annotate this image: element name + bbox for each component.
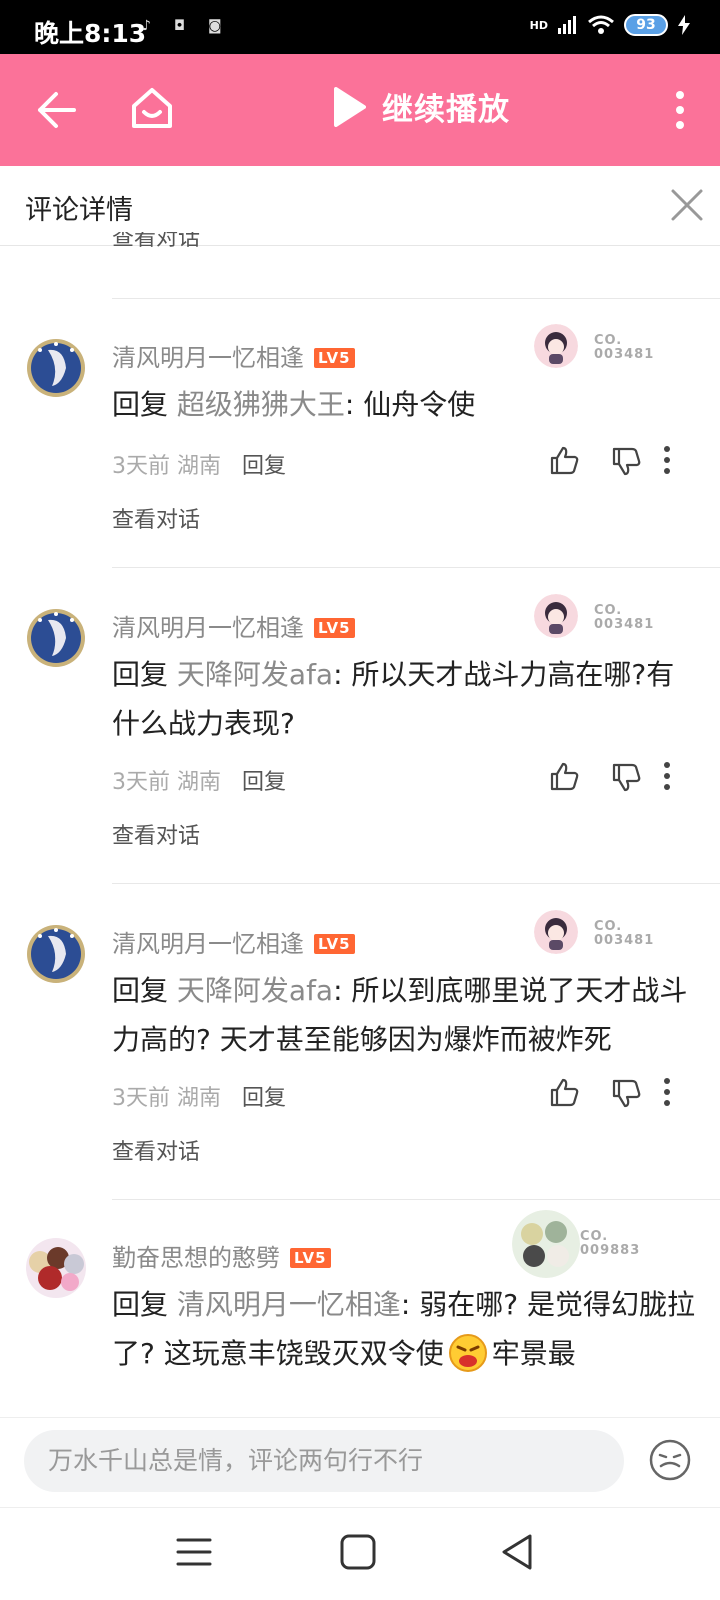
fan-badge-avatar [534, 594, 578, 638]
reply-to-user[interactable]: 天降阿发afa [177, 658, 333, 691]
reply-button[interactable]: 回复 [242, 1086, 286, 1111]
menu-icon[interactable] [174, 1532, 214, 1572]
wifi-icon [588, 15, 614, 34]
level-badge: LV5 [314, 348, 355, 368]
system-navigation-bar [0, 1507, 720, 1600]
divider [112, 567, 720, 568]
avatar[interactable] [26, 608, 86, 668]
network-label: HD [529, 18, 548, 32]
reply-button[interactable]: 回复 [242, 454, 286, 479]
angry-face-emoji-icon [448, 1334, 487, 1372]
more-options-icon[interactable] [662, 444, 672, 476]
fan-badge-number: CO. 003481 [594, 603, 655, 632]
dislike-icon[interactable] [610, 446, 642, 478]
comment-location: 湖南 [177, 770, 222, 795]
fan-badge-avatar [534, 324, 578, 368]
comment-text: 回复 天降阿发afa: 所以天才战斗力高在哪?有什么战力表现? [112, 658, 675, 740]
more-vertical-icon[interactable] [674, 90, 686, 130]
like-icon[interactable] [548, 444, 580, 476]
signal-icon [558, 16, 576, 34]
emoji-icon[interactable] [648, 1438, 692, 1482]
username[interactable]: 勤奋思想的憨劈 LV5 [112, 1238, 331, 1273]
more-options-icon[interactable] [662, 1076, 672, 1108]
like-icon[interactable] [548, 760, 580, 792]
fan-badge-number: CO. 009883 [580, 1229, 641, 1258]
comment-time: 3天前 [112, 1086, 170, 1111]
level-badge: LV5 [314, 618, 355, 638]
divider [112, 883, 720, 884]
play-icon [334, 86, 366, 127]
page-title: 评论详情 [25, 195, 133, 226]
username[interactable]: 清风明月一忆相逢 LV5 [112, 924, 355, 959]
notification-icon: ◙ [208, 18, 222, 34]
fan-badge-avatar [512, 1210, 580, 1278]
reply-to-user[interactable]: 清风明月一忆相逢 [177, 1288, 401, 1321]
reply-button[interactable]: 回复 [242, 770, 286, 795]
comment-input-bar: 万水千山总是情，评论两句行不行 [0, 1417, 720, 1507]
comment-meta: 3天前 湖南 回复 [112, 448, 286, 480]
continue-play-label: 继续播放 [382, 92, 510, 128]
more-options-icon[interactable] [662, 760, 672, 792]
back-arrow-icon[interactable] [34, 88, 78, 132]
level-badge: LV5 [290, 1248, 331, 1268]
status-bar: 晚上8:13 ♪ ◘ ◙ HD 93 [0, 0, 720, 54]
home-icon[interactable] [128, 84, 176, 132]
view-conversation-link[interactable]: 查看对话 [112, 818, 200, 850]
dislike-icon[interactable] [610, 1078, 642, 1110]
music-icon: ♪ [142, 18, 151, 34]
reply-to-user[interactable]: 天降阿发afa [177, 974, 333, 1007]
charging-icon [678, 15, 690, 35]
notification-icon: ◘ [174, 18, 186, 34]
like-icon[interactable] [548, 1076, 580, 1108]
status-time: 晚上8:13 [34, 19, 147, 48]
top-app-bar: 继续播放 [0, 54, 720, 166]
comment-time: 3天前 [112, 454, 170, 479]
home-square-icon[interactable] [338, 1532, 378, 1572]
view-conversation-link[interactable]: 查看对话 [112, 502, 200, 534]
username[interactable]: 清风明月一忆相逢 LV5 [112, 608, 355, 643]
avatar[interactable] [18, 1236, 94, 1300]
reply-to-user[interactable]: 超级狒狒大王 [177, 388, 345, 421]
comment-input[interactable]: 万水千山总是情，评论两句行不行 [24, 1430, 624, 1492]
level-badge: LV5 [314, 934, 355, 954]
fan-badge-number: CO. 003481 [594, 333, 655, 362]
continue-play-button[interactable]: 继续播放 [332, 84, 510, 129]
comment-location: 湖南 [177, 1086, 222, 1111]
comment-text: 回复 超级狒狒大王: 仙舟令使 [112, 388, 476, 421]
comment-meta: 3天前 湖南 回复 [112, 1080, 286, 1112]
comment-text: 回复 清风明月一忆相逢: 弱在哪? 是觉得幻胧拉了? 这玩意丰饶毁灭双令使 牢景… [112, 1280, 702, 1378]
view-conversation-link[interactable]: 查看对话 [112, 232, 312, 260]
username[interactable]: 清风明月一忆相逢 LV5 [112, 338, 355, 373]
avatar[interactable] [26, 924, 86, 984]
comment-location: 湖南 [177, 454, 222, 479]
divider [112, 1199, 720, 1200]
comment-detail-header: 评论详情 [0, 166, 720, 246]
fan-badge-avatar [534, 910, 578, 954]
comment-time: 3天前 [112, 770, 170, 795]
close-icon[interactable] [670, 188, 704, 222]
battery-indicator: 93 [624, 14, 668, 36]
avatar[interactable] [26, 338, 86, 398]
fan-badge-number: CO. 003481 [594, 919, 655, 948]
comment-meta: 3天前 湖南 回复 [112, 764, 286, 796]
view-conversation-link[interactable]: 查看对话 [112, 1134, 200, 1166]
dislike-icon[interactable] [610, 762, 642, 794]
divider [112, 298, 720, 299]
back-triangle-icon[interactable] [498, 1532, 538, 1572]
comment-text: 回复 天降阿发afa: 所以到底哪里说了天才战斗力高的? 天才甚至能够因为爆炸而… [112, 974, 688, 1056]
